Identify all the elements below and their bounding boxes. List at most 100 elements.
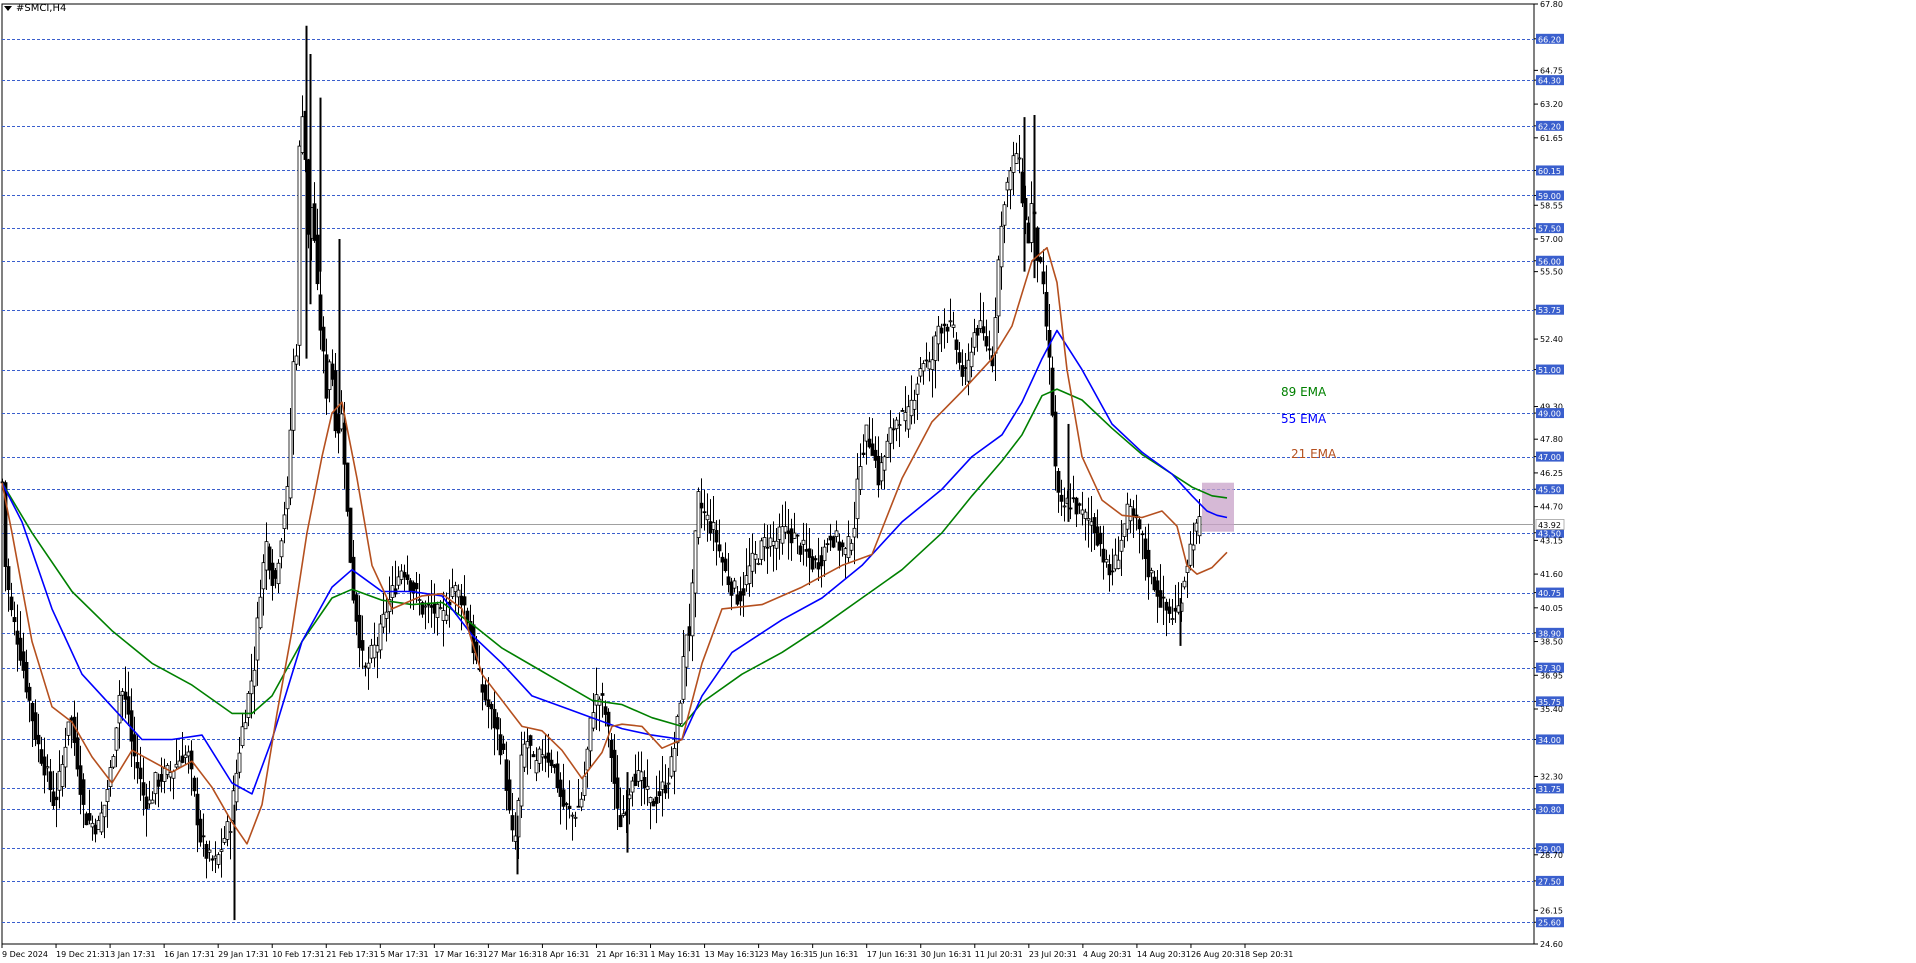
- candle-body: [915, 383, 920, 395]
- current-price-label: 43.92: [1538, 521, 1561, 530]
- x-axis-label: 8 Sep 20:31: [1245, 950, 1293, 959]
- x-axis-label: 1 May 16:31: [651, 950, 701, 959]
- y-axis-label: 27.50: [1538, 877, 1561, 886]
- candle-body: [819, 555, 824, 567]
- candle-body: [6, 566, 11, 591]
- y-axis-label: 45.50: [1538, 486, 1561, 495]
- candle-body: [264, 541, 269, 571]
- candle-body: [378, 623, 383, 651]
- candle-body: [726, 576, 731, 586]
- candle-body: [870, 443, 875, 456]
- candle-body: [963, 367, 968, 369]
- candle-body: [762, 537, 767, 548]
- chart-window[interactable]: #SMCI,H4 89 EMA 55 EMA 21 EMA 67.80 66.20 64.…: [0, 0, 1916, 963]
- candle-body: [291, 361, 296, 431]
- candle-body: [1116, 559, 1121, 569]
- x-axis-label: 10 Feb 17:31: [272, 950, 324, 959]
- candle-body: [786, 530, 791, 535]
- x-axis-label: 19 Dec 21:31: [56, 950, 110, 959]
- candle-body: [204, 844, 209, 859]
- candle-body: [501, 743, 506, 750]
- candle-body: [1107, 564, 1112, 576]
- candle-body: [18, 637, 23, 661]
- candle-body: [1095, 526, 1100, 546]
- candle-body: [708, 521, 713, 534]
- y-axis-label: 64.75: [1540, 66, 1563, 75]
- candle-body: [732, 580, 737, 589]
- candle-body: [1092, 517, 1097, 534]
- candle-body: [684, 634, 689, 668]
- candle-body: [657, 791, 662, 797]
- candle-body: [1026, 222, 1031, 244]
- candle-body: [1083, 511, 1088, 519]
- candle-body: [1011, 155, 1016, 173]
- candle-body: [1173, 607, 1178, 612]
- candle-body: [651, 801, 656, 807]
- candle-body: [54, 796, 59, 801]
- candle-body: [288, 429, 293, 499]
- candle-body: [807, 548, 812, 558]
- candle-body: [756, 562, 761, 565]
- candle-body: [330, 363, 335, 380]
- candle-body: [1155, 580, 1160, 597]
- candle-body: [174, 763, 179, 768]
- candle-body: [351, 556, 356, 601]
- candle-body: [780, 526, 785, 544]
- candle-body: [258, 596, 263, 629]
- candle-body: [57, 770, 62, 791]
- candle-body: [489, 703, 494, 710]
- candle-body: [492, 708, 497, 729]
- candle-body: [423, 605, 428, 608]
- candle-body: [813, 558, 818, 561]
- candle-body: [552, 764, 557, 768]
- candle-body: [792, 532, 797, 539]
- candle-body: [894, 419, 899, 430]
- candle-body: [693, 530, 698, 594]
- candle-body: [225, 821, 230, 840]
- y-axis-label: 49.00: [1538, 410, 1561, 419]
- candle-body: [717, 544, 722, 552]
- candle-body: [753, 554, 758, 560]
- candle-body: [957, 352, 962, 363]
- candle-body: [561, 789, 566, 807]
- candle-body: [867, 438, 872, 448]
- candle-body: [138, 767, 143, 780]
- candle-body: [735, 594, 740, 605]
- candle-body: [951, 324, 956, 328]
- candle-body: [909, 399, 914, 417]
- candle-body: [1062, 505, 1067, 508]
- candle-body: [537, 748, 542, 764]
- x-axis-label: 17 Jun 16:31: [867, 950, 918, 959]
- candle-body: [1182, 580, 1187, 588]
- candle-body: [1053, 411, 1058, 467]
- candle-body: [1017, 157, 1022, 160]
- candle-body: [831, 536, 836, 548]
- candle-body: [255, 617, 260, 661]
- candle-body: [615, 777, 620, 809]
- candle-body: [285, 486, 290, 510]
- candle-body: [78, 765, 83, 795]
- candle-body: [459, 595, 464, 606]
- candle-body: [543, 755, 548, 759]
- candle-body: [987, 348, 992, 351]
- candle-body: [768, 537, 773, 547]
- candle-body: [579, 798, 584, 808]
- candle-body: [576, 805, 581, 808]
- candle-body: [699, 502, 704, 509]
- candle-body: [207, 849, 212, 853]
- candle-body: [999, 225, 1004, 268]
- y-axis-label: 47.00: [1538, 453, 1561, 462]
- candle-body: [186, 751, 191, 757]
- candle-body: [978, 320, 983, 329]
- price-chart[interactable]: 89 EMA 55 EMA 21 EMA 67.80 66.20 64.75 64.30 63…: [0, 0, 1916, 963]
- candle-body: [240, 726, 245, 747]
- x-axis-label: 21 Feb 17:31: [326, 950, 378, 959]
- candle-body: [156, 779, 161, 787]
- candle-body: [828, 535, 833, 541]
- candle-body: [654, 796, 659, 804]
- candle-body: [435, 603, 440, 618]
- candle-body: [408, 580, 413, 593]
- x-axis-label: 23 Jul 20:31: [1029, 950, 1077, 959]
- candle-body: [177, 760, 182, 768]
- y-axis-label: 36.95: [1540, 671, 1563, 680]
